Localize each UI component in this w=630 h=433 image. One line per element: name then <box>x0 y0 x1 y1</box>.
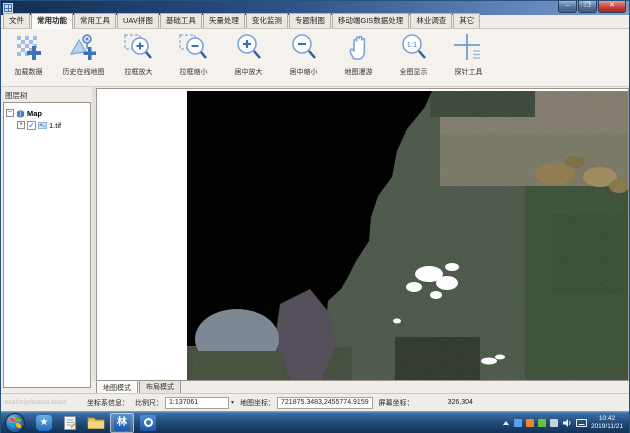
layer-visibility-checkbox[interactable]: ✓ <box>27 121 36 130</box>
pan-hand-icon <box>343 32 375 64</box>
star-app-icon: ★ <box>36 415 52 431</box>
tray-green-icon[interactable] <box>538 419 546 427</box>
application-window: – ❐ ✕ 文件 常用功能 常用工具 UAV拼图 基础工具 矢量处理 变化监测 … <box>0 0 630 433</box>
toolbar-button-label: 居中放大 <box>235 67 263 77</box>
toolbar-button-label: 居中缩小 <box>290 67 318 77</box>
map-pan-button[interactable]: 地图漫游 <box>331 29 386 85</box>
system-tray: 10:42 2019/11/21 <box>503 415 629 431</box>
scale-label: 比例尺： <box>135 398 163 408</box>
box-zoom-in-button[interactable]: 拉框放大 <box>111 29 166 85</box>
center-zoom-in-icon <box>233 32 265 64</box>
history-online-map-icon <box>68 32 100 64</box>
folder-icon <box>87 415 105 430</box>
close-button[interactable]: ✕ <box>598 1 626 13</box>
scale-dropdown-arrow[interactable]: ▾ <box>231 399 234 406</box>
windows-taskbar: ★ 林 <box>1 411 629 433</box>
tree-node-layer[interactable]: + ✓ 1.tif <box>6 119 88 131</box>
taskbar-notepad[interactable] <box>58 413 82 433</box>
minimize-button[interactable]: – <box>558 1 577 13</box>
satellite-raster-image <box>97 89 628 380</box>
maximize-button[interactable]: ❐ <box>578 1 597 13</box>
map-canvas[interactable] <box>96 88 629 381</box>
crs-info-label: 坐标系信息： <box>87 398 129 408</box>
full-extent-icon: 1:1 <box>398 32 430 64</box>
map-coordinate-value: 721875.3483,2455774.9159 <box>277 397 373 409</box>
load-data-icon <box>13 32 45 64</box>
map-document-icon <box>16 109 25 118</box>
screen-coordinate-label: 屏幕坐标： <box>379 398 414 408</box>
raster-layer-icon <box>38 121 47 130</box>
volume-icon[interactable] <box>562 418 572 428</box>
tab-thematic-mapping[interactable]: 专题制图 <box>289 13 331 28</box>
layer-tree-title: 图层树 <box>5 90 28 101</box>
view-mode-tabs: 地图模式 布局模式 <box>96 381 182 393</box>
status-bar: toolStripStatusLabel1 坐标系信息： 比例尺： 1:1370… <box>1 393 629 411</box>
expand-icon[interactable]: + <box>17 121 25 129</box>
keyboard-input-icon[interactable] <box>576 418 587 428</box>
taskbar-circle-app[interactable] <box>136 413 160 433</box>
tab-common-functions[interactable]: 常用功能 <box>31 13 73 29</box>
taskbar-explorer[interactable] <box>84 413 108 433</box>
toolbar-button-label: 历史在线地图 <box>63 67 105 77</box>
taskbar-forestry-app[interactable]: 林 <box>110 413 134 433</box>
probe-tool-button[interactable]: 探针工具 <box>441 29 496 85</box>
circle-app-icon <box>140 415 156 431</box>
windows-logo-icon <box>10 418 21 428</box>
toolbar-button-label: 拉框放大 <box>125 67 153 77</box>
clock-time: 10:42 <box>591 415 623 423</box>
notepad-icon <box>62 415 78 431</box>
main-content: 图层树 − Map + ✓ 1.tif <box>1 87 629 393</box>
tab-file[interactable]: 文件 <box>3 13 30 28</box>
map-coordinate-label: 地图坐标： <box>240 398 275 408</box>
layer-tree-panel[interactable]: − Map + ✓ 1.tif <box>3 102 91 388</box>
center-zoom-in-button[interactable]: 居中放大 <box>221 29 276 85</box>
menu-tab-bar: 文件 常用功能 常用工具 UAV拼图 基础工具 矢量处理 变化监测 专题制图 移… <box>1 15 629 29</box>
tab-basic-tools[interactable]: 基础工具 <box>160 13 202 28</box>
center-zoom-out-button[interactable]: 居中缩小 <box>276 29 331 85</box>
tree-node-label: 1.tif <box>49 121 61 130</box>
collapse-icon[interactable]: − <box>6 109 14 117</box>
tab-forestry-survey[interactable]: 林业调查 <box>410 13 452 28</box>
load-data-button[interactable]: 加载数据 <box>1 29 56 85</box>
tray-expand-icon[interactable] <box>503 421 509 425</box>
toolbar-button-label: 全图显示 <box>400 67 428 77</box>
tab-other[interactable]: 其它 <box>453 13 480 28</box>
tab-mobile-gis-data[interactable]: 移动端GIS数据处理 <box>332 13 409 28</box>
history-online-map-button[interactable]: 历史在线地图 <box>56 29 111 85</box>
window-controls: – ❐ ✕ <box>557 1 626 13</box>
svg-text:1:1: 1:1 <box>406 40 416 49</box>
tab-change-monitoring[interactable]: 变化监测 <box>246 13 288 28</box>
app-window-icon <box>3 3 13 13</box>
status-placeholder-label: toolStripStatusLabel1 <box>5 399 81 406</box>
box-zoom-out-button[interactable]: 拉框缩小 <box>166 29 221 85</box>
tab-common-tools[interactable]: 常用工具 <box>74 13 116 28</box>
center-zoom-out-icon <box>288 32 320 64</box>
taskbar-clock[interactable]: 10:42 2019/11/21 <box>591 415 623 431</box>
box-zoom-in-icon <box>123 32 155 64</box>
tray-blue-icon[interactable] <box>514 419 522 427</box>
tab-uav-mosaic[interactable]: UAV拼图 <box>117 13 159 28</box>
toolbar-button-label: 地图漫游 <box>345 67 373 77</box>
tree-node-map[interactable]: − Map <box>6 107 88 119</box>
tree-node-label: Map <box>27 109 42 118</box>
forestry-app-icon: 林 <box>114 415 130 431</box>
clock-date: 2019/11/21 <box>591 423 623 431</box>
scale-input[interactable]: 1:137061 <box>165 397 229 409</box>
screen-coordinate-value: 326,304 <box>448 399 473 406</box>
main-toolbar: 加载数据 历史在线地图 拉框放大 <box>1 29 629 87</box>
probe-tool-icon <box>453 32 485 64</box>
tray-network-icon[interactable] <box>550 419 558 427</box>
toolbar-button-label: 探针工具 <box>455 67 483 77</box>
taskbar-star-app[interactable]: ★ <box>32 413 56 433</box>
tray-orange-icon[interactable] <box>526 419 534 427</box>
box-zoom-out-icon <box>178 32 210 64</box>
toolbar-button-label: 加载数据 <box>15 67 43 77</box>
toolbar-button-label: 拉框缩小 <box>180 67 208 77</box>
tab-vector-processing[interactable]: 矢量处理 <box>203 13 245 28</box>
full-extent-button[interactable]: 1:1 全图显示 <box>386 29 441 85</box>
start-button[interactable] <box>5 413 25 433</box>
